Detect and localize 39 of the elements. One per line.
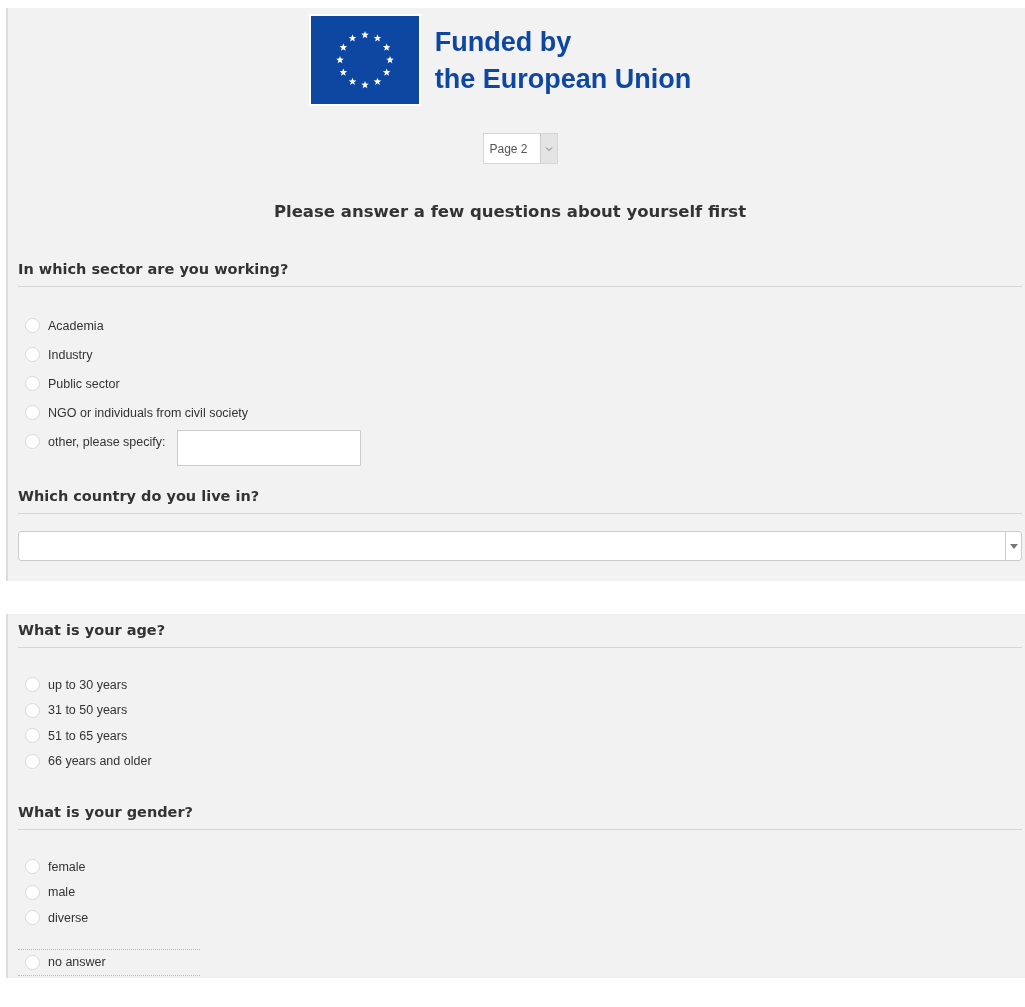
option-label: NGO or individuals from civil society — [48, 405, 249, 420]
question-heading: What is your age? — [18, 622, 1022, 648]
radio-button[interactable] — [25, 405, 40, 420]
option-label: Industry — [48, 347, 93, 362]
option-label: 66 years and older — [48, 754, 152, 769]
radio-button[interactable] — [25, 702, 40, 718]
logo-text: Funded by — [434, 26, 573, 59]
page-title: Please answer a few questions about yourself first — [272, 202, 748, 221]
option-label: other, please specify: — [48, 434, 166, 449]
question-heading: Which country do you live in? — [18, 488, 1022, 514]
option-label: male — [48, 885, 76, 900]
radio-button[interactable] — [25, 753, 40, 769]
radio-button[interactable] — [25, 318, 40, 333]
option-label: 31 to 50 years — [48, 703, 128, 718]
radio-button[interactable] — [25, 677, 40, 693]
option-label: diverse — [48, 910, 89, 925]
option-label: Public sector — [48, 376, 120, 391]
radio-button[interactable] — [25, 859, 40, 875]
radio-button[interactable] — [25, 910, 40, 926]
question-heading: What is your gender? — [18, 804, 1022, 830]
option-label: female — [48, 859, 86, 874]
option-label: up to 30 years — [48, 677, 128, 692]
radio-button[interactable] — [25, 347, 40, 362]
specify-input-field[interactable] — [177, 429, 362, 466]
radio-button[interactable] — [25, 954, 40, 970]
country-dropdown[interactable] — [18, 531, 1022, 561]
option-label: Academia — [48, 318, 104, 333]
option-label: no answer — [48, 955, 106, 970]
caret-down-icon — [1009, 543, 1018, 549]
page-select[interactable]: Page 2 — [482, 133, 558, 164]
option-label: 51 to 65 years — [48, 728, 128, 743]
radio-button[interactable] — [25, 434, 40, 449]
radio-button[interactable] — [25, 884, 40, 900]
eu-flag-icon — [308, 14, 421, 106]
radio-button[interactable] — [25, 728, 40, 744]
question-heading: In which sector are you working? — [18, 261, 1022, 287]
chevron-down-icon — [544, 145, 553, 152]
radio-button[interactable] — [25, 376, 40, 391]
logo-text: the European Union — [434, 63, 692, 96]
